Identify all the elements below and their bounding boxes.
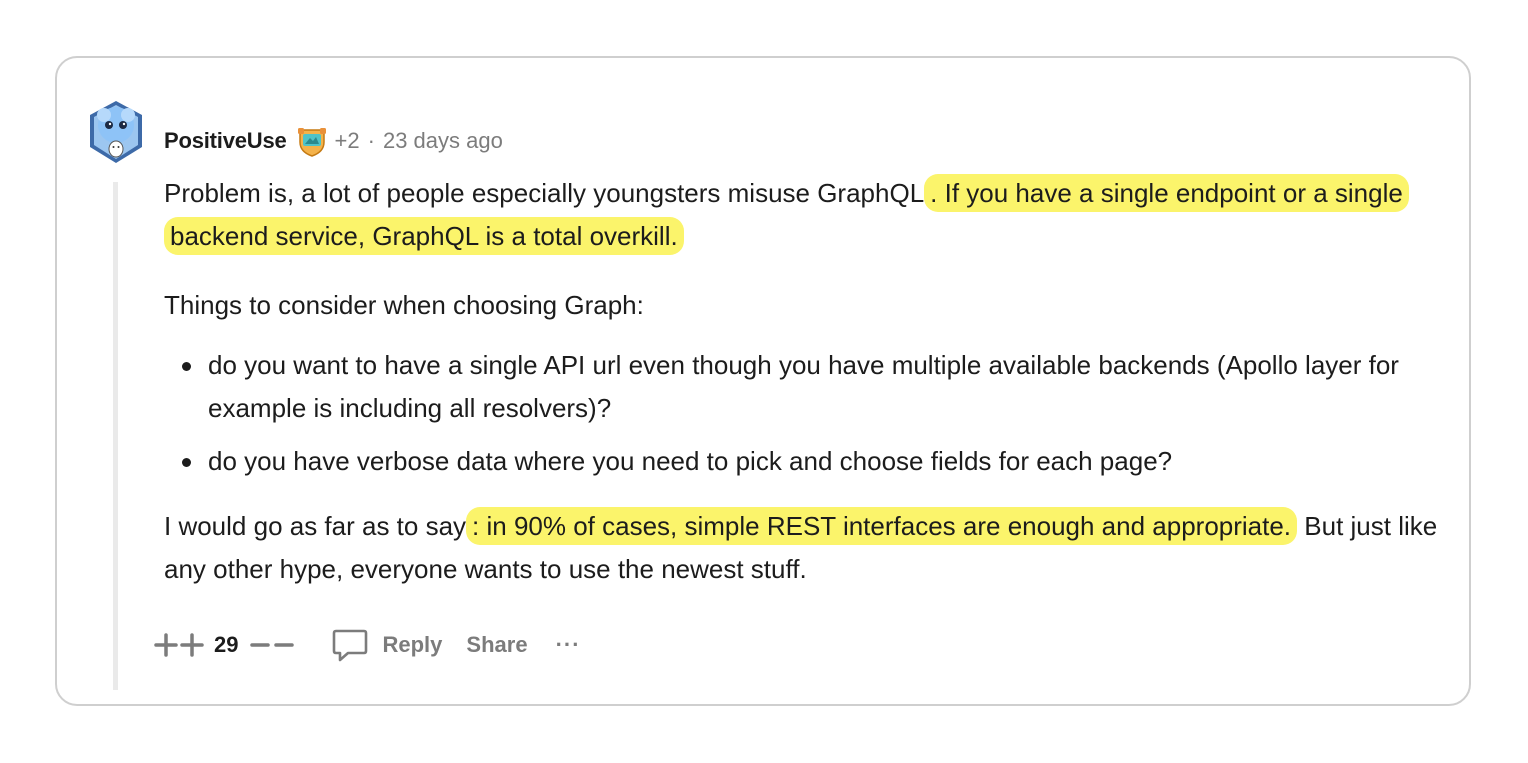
downvote-icon[interactable] xyxy=(250,632,295,658)
paragraph-3: I would go as far as to say: in 90% of c… xyxy=(164,505,1444,591)
more-options-icon: ··· xyxy=(555,632,581,657)
more-options-button[interactable]: ··· xyxy=(556,632,581,658)
paragraph-1: Problem is, a lot of people especially y… xyxy=(164,172,1444,258)
share-label: Share xyxy=(466,632,528,657)
comment-bubble-icon xyxy=(333,629,368,662)
upvote-icon[interactable] xyxy=(154,632,206,658)
list-item: do you have verbose data where you need … xyxy=(182,440,1444,483)
reply-label: Reply xyxy=(382,632,443,657)
comment-actions: 29 Reply Share ··· xyxy=(154,622,581,668)
paragraph-1-text: Problem is, a lot of people especially y… xyxy=(164,178,925,208)
award-badge-icon[interactable] xyxy=(295,124,329,158)
comment-header: PositiveUse +2 · 23 days ago xyxy=(164,124,503,158)
separator-dot: · xyxy=(367,128,375,153)
comment-body: Problem is, a lot of people especially y… xyxy=(164,172,1444,591)
paragraph-2: Things to consider when choosing Graph: xyxy=(164,290,644,320)
vote-score: 29 xyxy=(214,632,239,657)
username[interactable]: PositiveUse xyxy=(164,128,287,154)
list-item: do you want to have a single API url eve… xyxy=(182,344,1444,430)
flair-count: +2 xyxy=(334,128,360,153)
paragraph-3-text: I would go as far as to say xyxy=(164,511,467,541)
thread-line[interactable] xyxy=(113,182,118,690)
reply-button[interactable]: Reply xyxy=(330,625,442,665)
highlight-2: : in 90% of cases, simple REST interface… xyxy=(466,507,1298,545)
share-button[interactable]: Share xyxy=(466,632,527,658)
timestamp[interactable]: 23 days ago xyxy=(383,128,503,154)
bullet-list: do you want to have a single API url eve… xyxy=(164,344,1444,483)
avatar[interactable] xyxy=(86,97,146,167)
